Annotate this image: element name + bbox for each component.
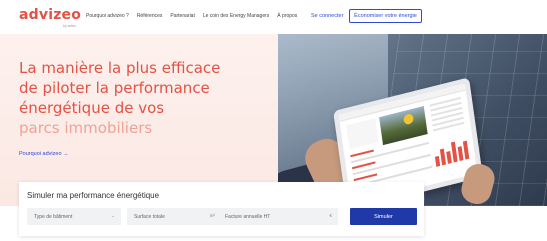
logo-wordmark: advizeo xyxy=(19,7,82,23)
building-type-placeholder: Type de bâtiment xyxy=(34,213,73,220)
pourquoi-advizeo-link[interactable]: Pourquoi advizeo → xyxy=(19,151,69,157)
nav-item-partenariat[interactable]: Partenariat xyxy=(170,13,194,19)
screen-tile xyxy=(346,118,379,150)
advizeo-logo[interactable]: advizeo by setec xyxy=(19,7,82,28)
nav-item-a-propos[interactable]: À propos xyxy=(277,13,297,19)
simulator-title: Simuler ma performance énergétique xyxy=(27,191,160,200)
site-header: advizeo by setec Pourquoi advizeo ? Réfé… xyxy=(0,0,547,34)
save-energy-button[interactable]: Économiser votre énergie xyxy=(349,9,422,23)
nav-item-pourquoi[interactable]: Pourquoi advizeo ? xyxy=(86,13,129,19)
hero-photo xyxy=(278,34,547,206)
headline-line-1: La manière la plus efficace xyxy=(19,59,221,77)
invoice-input[interactable]: Facture annuelle HT € xyxy=(218,208,338,225)
surface-placeholder: Surface totale xyxy=(134,213,165,220)
headline-line-2: de piloter la performance xyxy=(19,79,210,97)
simulator-card: Simuler ma performance énergétique Type … xyxy=(19,182,424,236)
headline-line-4: parcs immobiliers xyxy=(19,119,153,137)
arrow-right-icon: → xyxy=(63,151,69,157)
surface-input[interactable]: Surface totale m² xyxy=(127,208,221,225)
hero-headline: La manière la plus efficace de piloter l… xyxy=(19,58,274,138)
surface-unit: m² xyxy=(209,213,215,218)
nav-item-energy-managers[interactable]: Le coin des Energy Managers xyxy=(203,13,269,19)
screen-sidebar xyxy=(429,96,465,135)
main-nav: Pourquoi advizeo ? Références Partenaria… xyxy=(86,13,305,19)
headline-line-3: énergétique de vos xyxy=(19,99,165,117)
logo-tagline: by setec xyxy=(63,24,77,28)
simulate-button[interactable]: Simuler xyxy=(350,208,417,225)
invoice-placeholder: Facture annuelle HT xyxy=(225,213,271,220)
nav-item-references[interactable]: Références xyxy=(137,13,163,19)
building-type-select[interactable]: Type de bâtiment ⌄ xyxy=(27,208,121,225)
invoice-unit: € xyxy=(329,213,332,218)
pourquoi-advizeo-label: Pourquoi advizeo xyxy=(19,151,62,157)
login-link[interactable]: Se connecter xyxy=(311,13,343,19)
screen-bar-chart xyxy=(433,136,471,167)
chevron-down-icon: ⌄ xyxy=(111,213,115,218)
